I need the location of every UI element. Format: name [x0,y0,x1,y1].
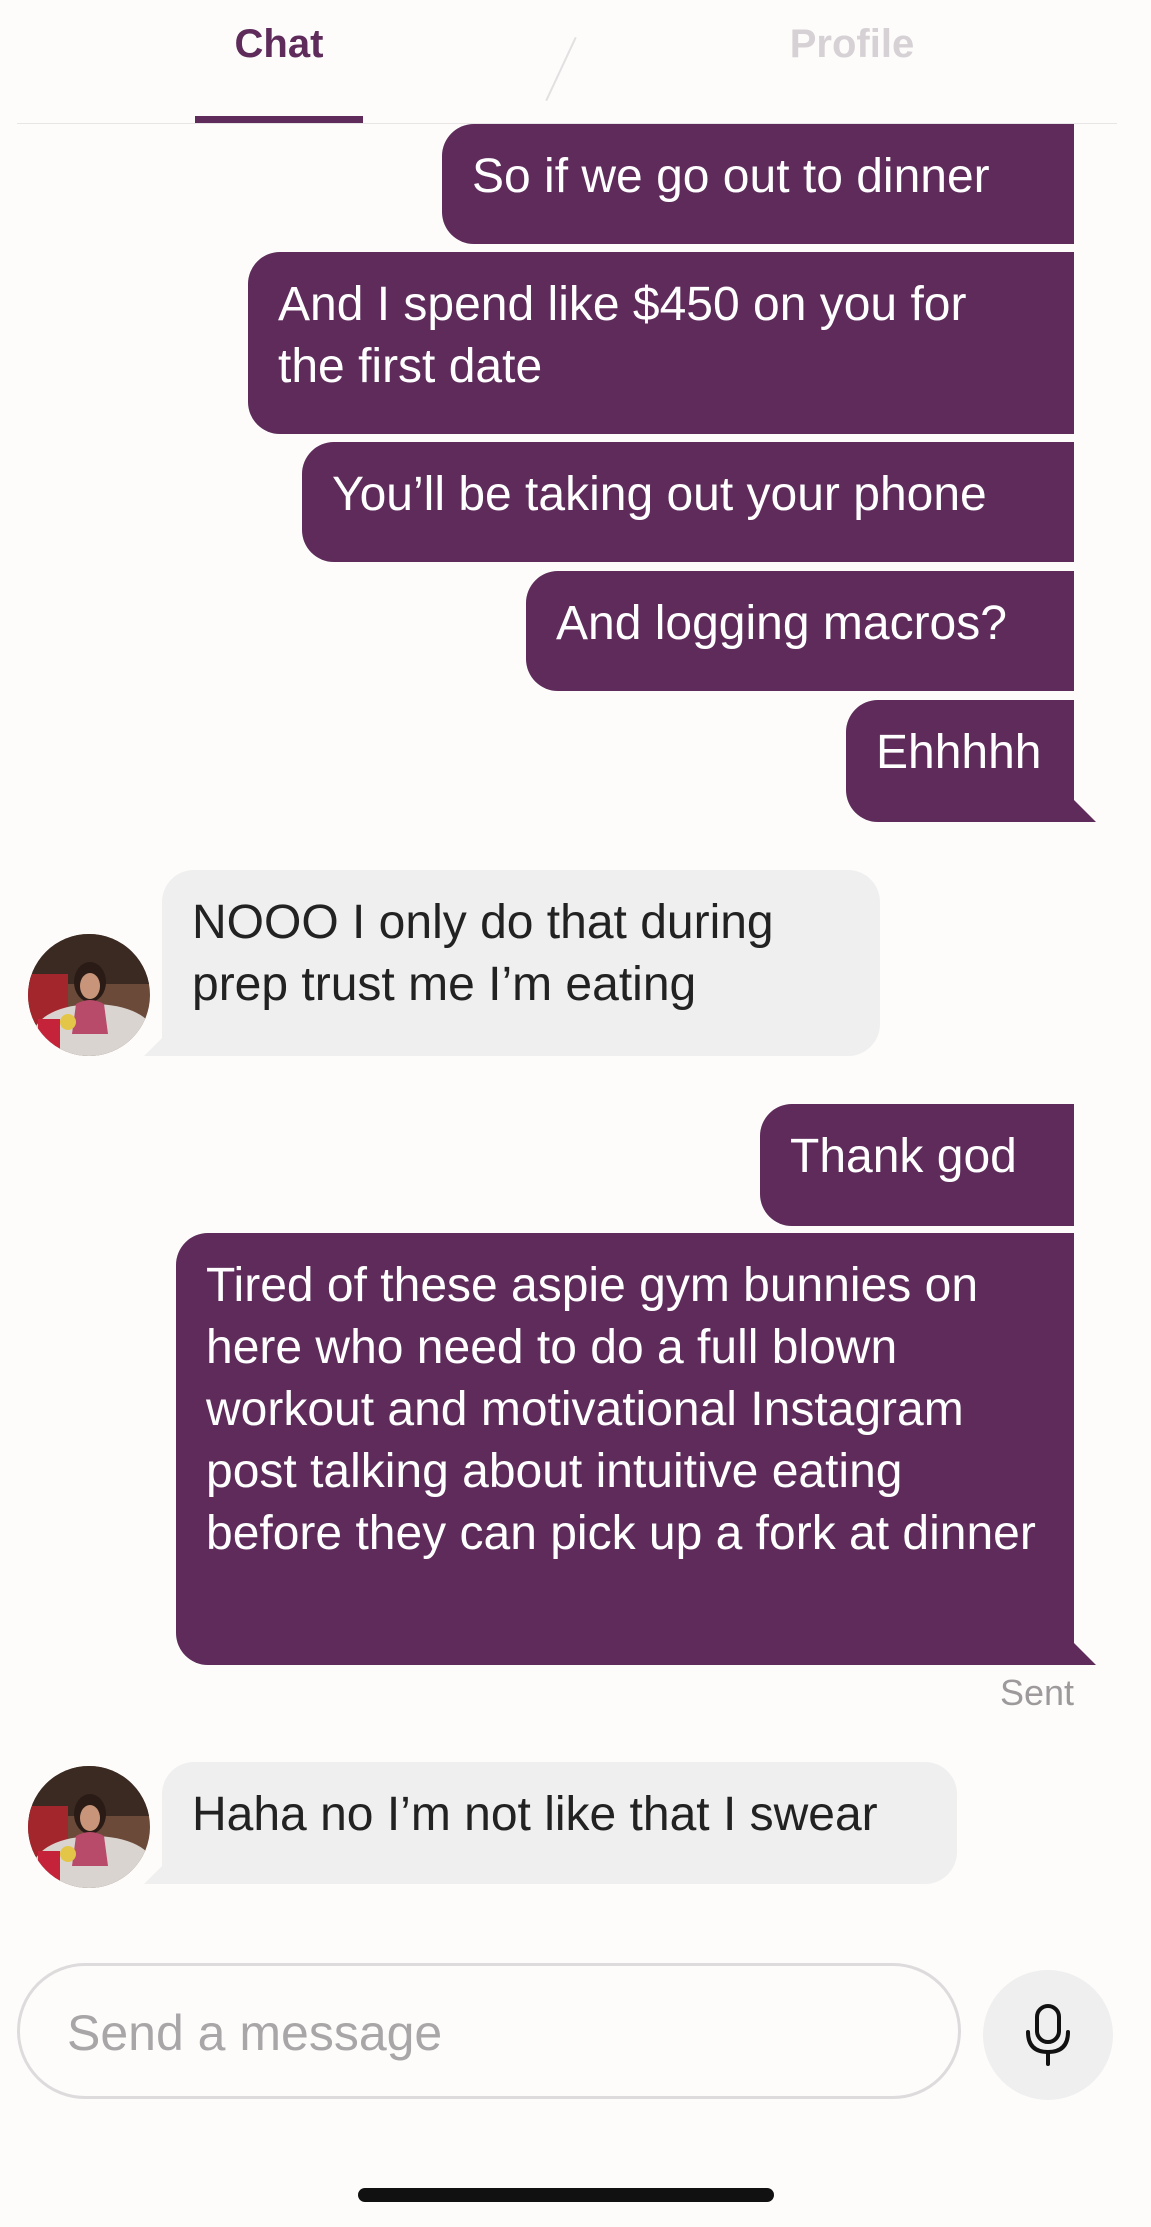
microphone-icon [1026,2004,1070,2066]
tab-chat[interactable]: Chat [129,22,429,67]
outgoing-message: Tired of these aspie gym bunnies on here… [176,1233,1074,1665]
bubble-tail [144,1034,166,1056]
tab-profile[interactable]: Profile [702,22,1002,67]
outgoing-message: And I spend like $450 on you for the fir… [248,252,1074,434]
voice-message-button[interactable] [983,1970,1113,2100]
tab-bar: Chat Profile [0,0,1151,124]
tab-divider [545,36,577,102]
incoming-message: Haha no I’m not like that I swear [162,1762,957,1884]
outgoing-message: And logging macros? [526,571,1074,691]
bubble-tail [1074,800,1096,822]
avatar[interactable] [28,934,150,1056]
bubble-tail [144,1862,166,1884]
outgoing-message: So if we go out to dinner [442,124,1074,244]
home-indicator [358,2188,774,2202]
avatar[interactable] [28,1766,150,1888]
outgoing-message: Thank god [760,1104,1074,1226]
message-input[interactable] [65,1994,929,2072]
message-composer [17,1963,961,2099]
incoming-message: NOOO I only do that during prep trust me… [162,870,880,1056]
outgoing-message: You’ll be taking out your phone [302,442,1074,562]
bubble-tail [1074,1643,1096,1665]
sent-status: Sent [999,1672,1074,1713]
active-tab-indicator [195,116,363,123]
outgoing-message: Ehhhhh [846,700,1074,822]
